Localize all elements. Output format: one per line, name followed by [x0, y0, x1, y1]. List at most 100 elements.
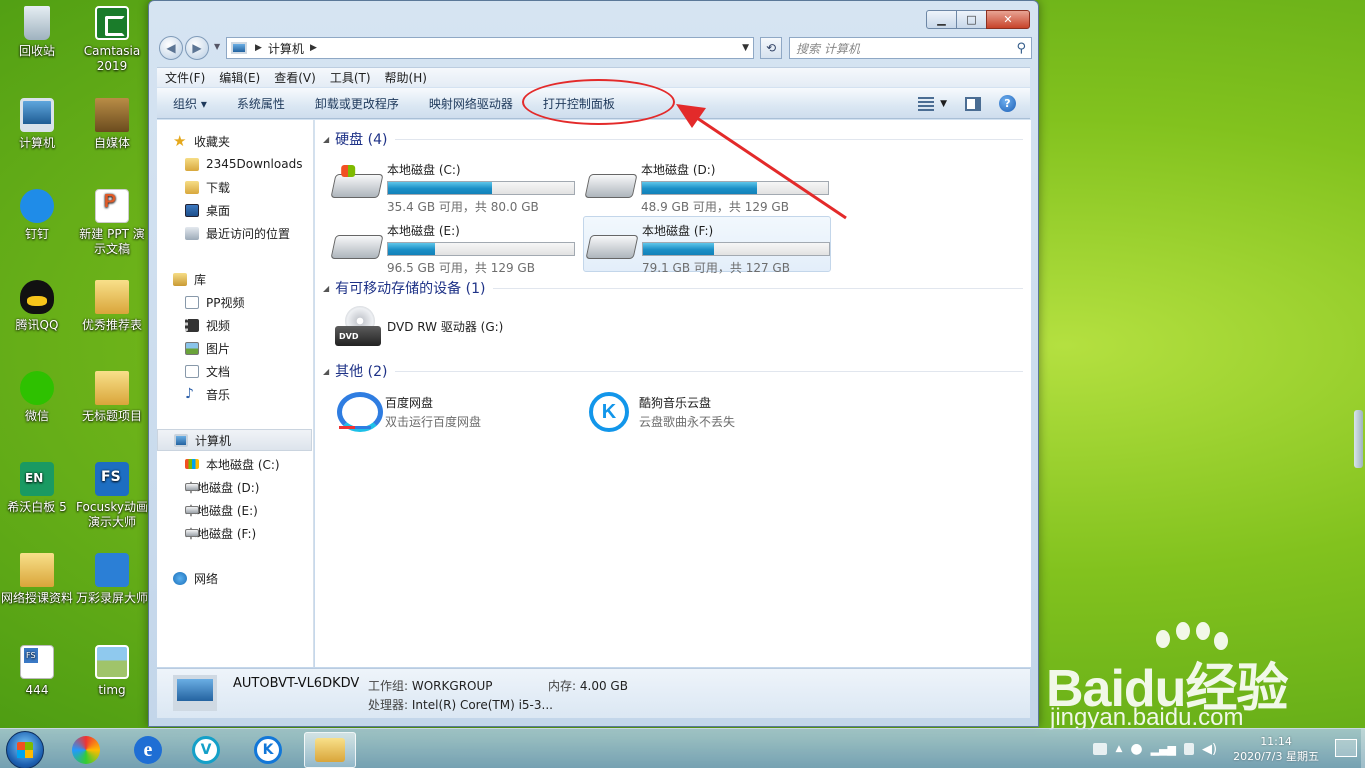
desktop-icon-seewo[interactable]: 希沃白板 5 [0, 462, 74, 515]
address-dropdown-icon[interactable]: ▼ [742, 43, 749, 53]
keyboard-icon[interactable] [1093, 743, 1108, 755]
desktop-icon-timg[interactable]: timg [75, 645, 149, 698]
taskbar-app-v[interactable]: V [180, 732, 232, 768]
windows-logo-icon [17, 742, 33, 758]
organize-button[interactable]: 组织 ▾ [173, 95, 207, 112]
nav-drive-f[interactable]: 本地磁盘 (F:) [185, 523, 256, 543]
qq-tray-icon[interactable]: ● [1130, 741, 1142, 757]
menu-edit[interactable]: 编辑(E) [219, 69, 260, 86]
search-icon[interactable]: ⚲ [1016, 41, 1026, 56]
pp-video-library-icon [185, 295, 199, 309]
nav-pp-video[interactable]: PP视频 [185, 292, 244, 312]
breadcrumb-computer[interactable]: 计算机 [268, 40, 304, 57]
action-center-icon[interactable] [1335, 739, 1357, 757]
menu-file[interactable]: 文件(F) [165, 69, 205, 86]
collapse-triangle-icon[interactable]: ◢ [323, 284, 329, 293]
group-header-other[interactable]: ◢ 其他 (2) [323, 361, 1023, 381]
map-network-drive-button[interactable]: 映射网络驱动器 [429, 95, 513, 112]
nav-2345downloads[interactable]: 2345Downloads [185, 154, 302, 174]
taskbar-app-ie[interactable]: e [122, 732, 174, 768]
taskbar-app-360[interactable] [60, 732, 112, 768]
minimize-button[interactable]: ▁ [926, 10, 957, 29]
memory-value: 4.00 GB [579, 679, 628, 693]
nav-pictures[interactable]: 图片 [185, 338, 230, 358]
desktop-icon-focusky[interactable]: Focusky动画演示大师 [75, 462, 149, 530]
desktop-icon-wechat[interactable]: 微信 [0, 371, 74, 424]
menu-view[interactable]: 查看(V) [274, 69, 316, 86]
clock-time: 11:14 [1260, 735, 1292, 748]
drive-d[interactable]: 本地磁盘 (D:) 48.9 GB 可用，共 129 GB [583, 158, 831, 214]
signal-icon[interactable]: ▂▄▆ [1151, 743, 1176, 756]
taskbar-app-kugou[interactable]: K [242, 732, 294, 768]
nav-drive-e[interactable]: 本地磁盘 (E:) [185, 500, 258, 520]
nav-drive-c[interactable]: 本地磁盘 (C:) [185, 454, 280, 474]
cpu-info: 处理器: Intel(R) Core(TM) i5-3... [368, 696, 553, 713]
nav-favorites[interactable]: ★ 收藏夹 [173, 131, 230, 151]
group-header-removable[interactable]: ◢ 有可移动存储的设备 (1) [323, 278, 1023, 298]
side-scroll-handle[interactable] [1354, 410, 1363, 468]
nav-videos[interactable]: 视频 [185, 315, 230, 335]
power-icon[interactable] [1184, 743, 1195, 755]
back-button[interactable]: ◀ [159, 36, 183, 60]
nav-documents[interactable]: 文档 [185, 361, 230, 381]
drive-f[interactable]: 本地磁盘 (F:) 79.1 GB 可用，共 127 GB [583, 216, 831, 275]
app-baidu-netdisk[interactable]: 百度网盘 双击运行百度网盘 [333, 390, 481, 434]
show-desktop-button[interactable] [1361, 729, 1365, 768]
address-bar[interactable]: ▶ 计算机 ▶ ▼ [226, 37, 754, 59]
help-icon[interactable]: ? [999, 95, 1016, 112]
nav-computer[interactable]: 计算机 [157, 429, 312, 451]
refresh-button[interactable]: ⟲ [760, 37, 782, 59]
clock[interactable]: 11:14 2020/7/3 星期五 [1233, 734, 1319, 764]
system-properties-button[interactable]: 系统属性 [237, 95, 285, 112]
desktop-icon-camtasia[interactable]: Camtasia 2019 [75, 6, 149, 74]
tray-expand-icon[interactable]: ▲ [1115, 744, 1122, 754]
taskbar-app-explorer[interactable] [304, 732, 356, 768]
search-box[interactable]: 搜索 计算机 ⚲ [789, 37, 1032, 59]
desktop-icon-ppt[interactable]: 新建 PPT 演示文稿 [75, 189, 149, 257]
nav-downloads[interactable]: 下载 [185, 177, 230, 197]
nav-music[interactable]: ♪ 音乐 [185, 384, 230, 404]
nav-label: 图片 [206, 341, 231, 356]
desktop-icon-qq[interactable]: 腾讯QQ [0, 280, 74, 333]
desktop-icon-youxiu[interactable]: 优秀推荐表 [75, 280, 149, 333]
nav-libraries[interactable]: 库 [173, 269, 206, 289]
start-button[interactable] [6, 731, 44, 768]
dingtalk-icon [20, 189, 54, 223]
desktop-icon-untitled[interactable]: 无标题项目 [75, 371, 149, 424]
desktop-icon-zimeiti[interactable]: 自媒体 [75, 98, 149, 151]
nav-drive-d[interactable]: 本地磁盘 (D:) [185, 477, 259, 497]
collapse-triangle-icon[interactable]: ◢ [323, 367, 329, 376]
group-header-hard-drives[interactable]: ◢ 硬盘 (4) [323, 129, 1023, 149]
dvd-drive-g[interactable]: DVD DVD RW 驱动器 (G:) [335, 306, 503, 346]
nav-network[interactable]: 网络 [173, 568, 218, 588]
desktop-icon-label: 钉钉 [24, 227, 49, 241]
breadcrumb-separator-icon[interactable]: ▶ [255, 43, 262, 53]
desktop-icon-network-course[interactable]: 网络授课资料 [0, 553, 74, 606]
desktop-icon-computer[interactable]: 计算机 [0, 98, 74, 151]
history-dropdown-icon[interactable]: ▼ [214, 42, 220, 51]
app-kugou-cloud[interactable]: K 酷狗音乐云盘 云盘歌曲永不丢失 [587, 390, 735, 434]
nav-label: 计算机 [195, 433, 232, 448]
view-dropdown-icon[interactable]: ▼ [940, 99, 947, 109]
drive-e[interactable]: 本地磁盘 (E:) 96.5 GB 可用，共 129 GB [329, 219, 577, 275]
preview-pane-icon[interactable] [965, 96, 981, 111]
uninstall-program-button[interactable]: 卸载或更改程序 [315, 95, 399, 112]
maximize-button[interactable]: □ [956, 10, 987, 29]
desktop-icon-recycle-bin[interactable]: 回收站 [0, 6, 74, 59]
menu-tools[interactable]: 工具(T) [330, 69, 371, 86]
change-view-icon[interactable] [918, 96, 935, 111]
collapse-triangle-icon[interactable]: ◢ [323, 135, 329, 144]
volume-icon[interactable]: ◀) [1202, 742, 1217, 757]
nav-recent-places[interactable]: 最近访问的位置 [185, 223, 290, 243]
desktop-icon-dingtalk[interactable]: 钉钉 [0, 189, 74, 242]
nav-desktop[interactable]: 桌面 [185, 200, 230, 220]
menu-help[interactable]: 帮助(H) [385, 69, 427, 86]
folder-icon [95, 371, 129, 405]
close-button[interactable]: ✕ [986, 10, 1030, 29]
desktop-icon-wancai[interactable]: 万彩录屏大师 [75, 553, 149, 606]
desktop-icon-444[interactable]: 444 [0, 645, 74, 698]
drive-c[interactable]: 本地磁盘 (C:) 35.4 GB 可用，共 80.0 GB [329, 158, 577, 214]
recycle-bin-icon [24, 6, 50, 40]
forward-button[interactable]: ▶ [185, 36, 209, 60]
breadcrumb-separator-icon[interactable]: ▶ [310, 43, 317, 53]
